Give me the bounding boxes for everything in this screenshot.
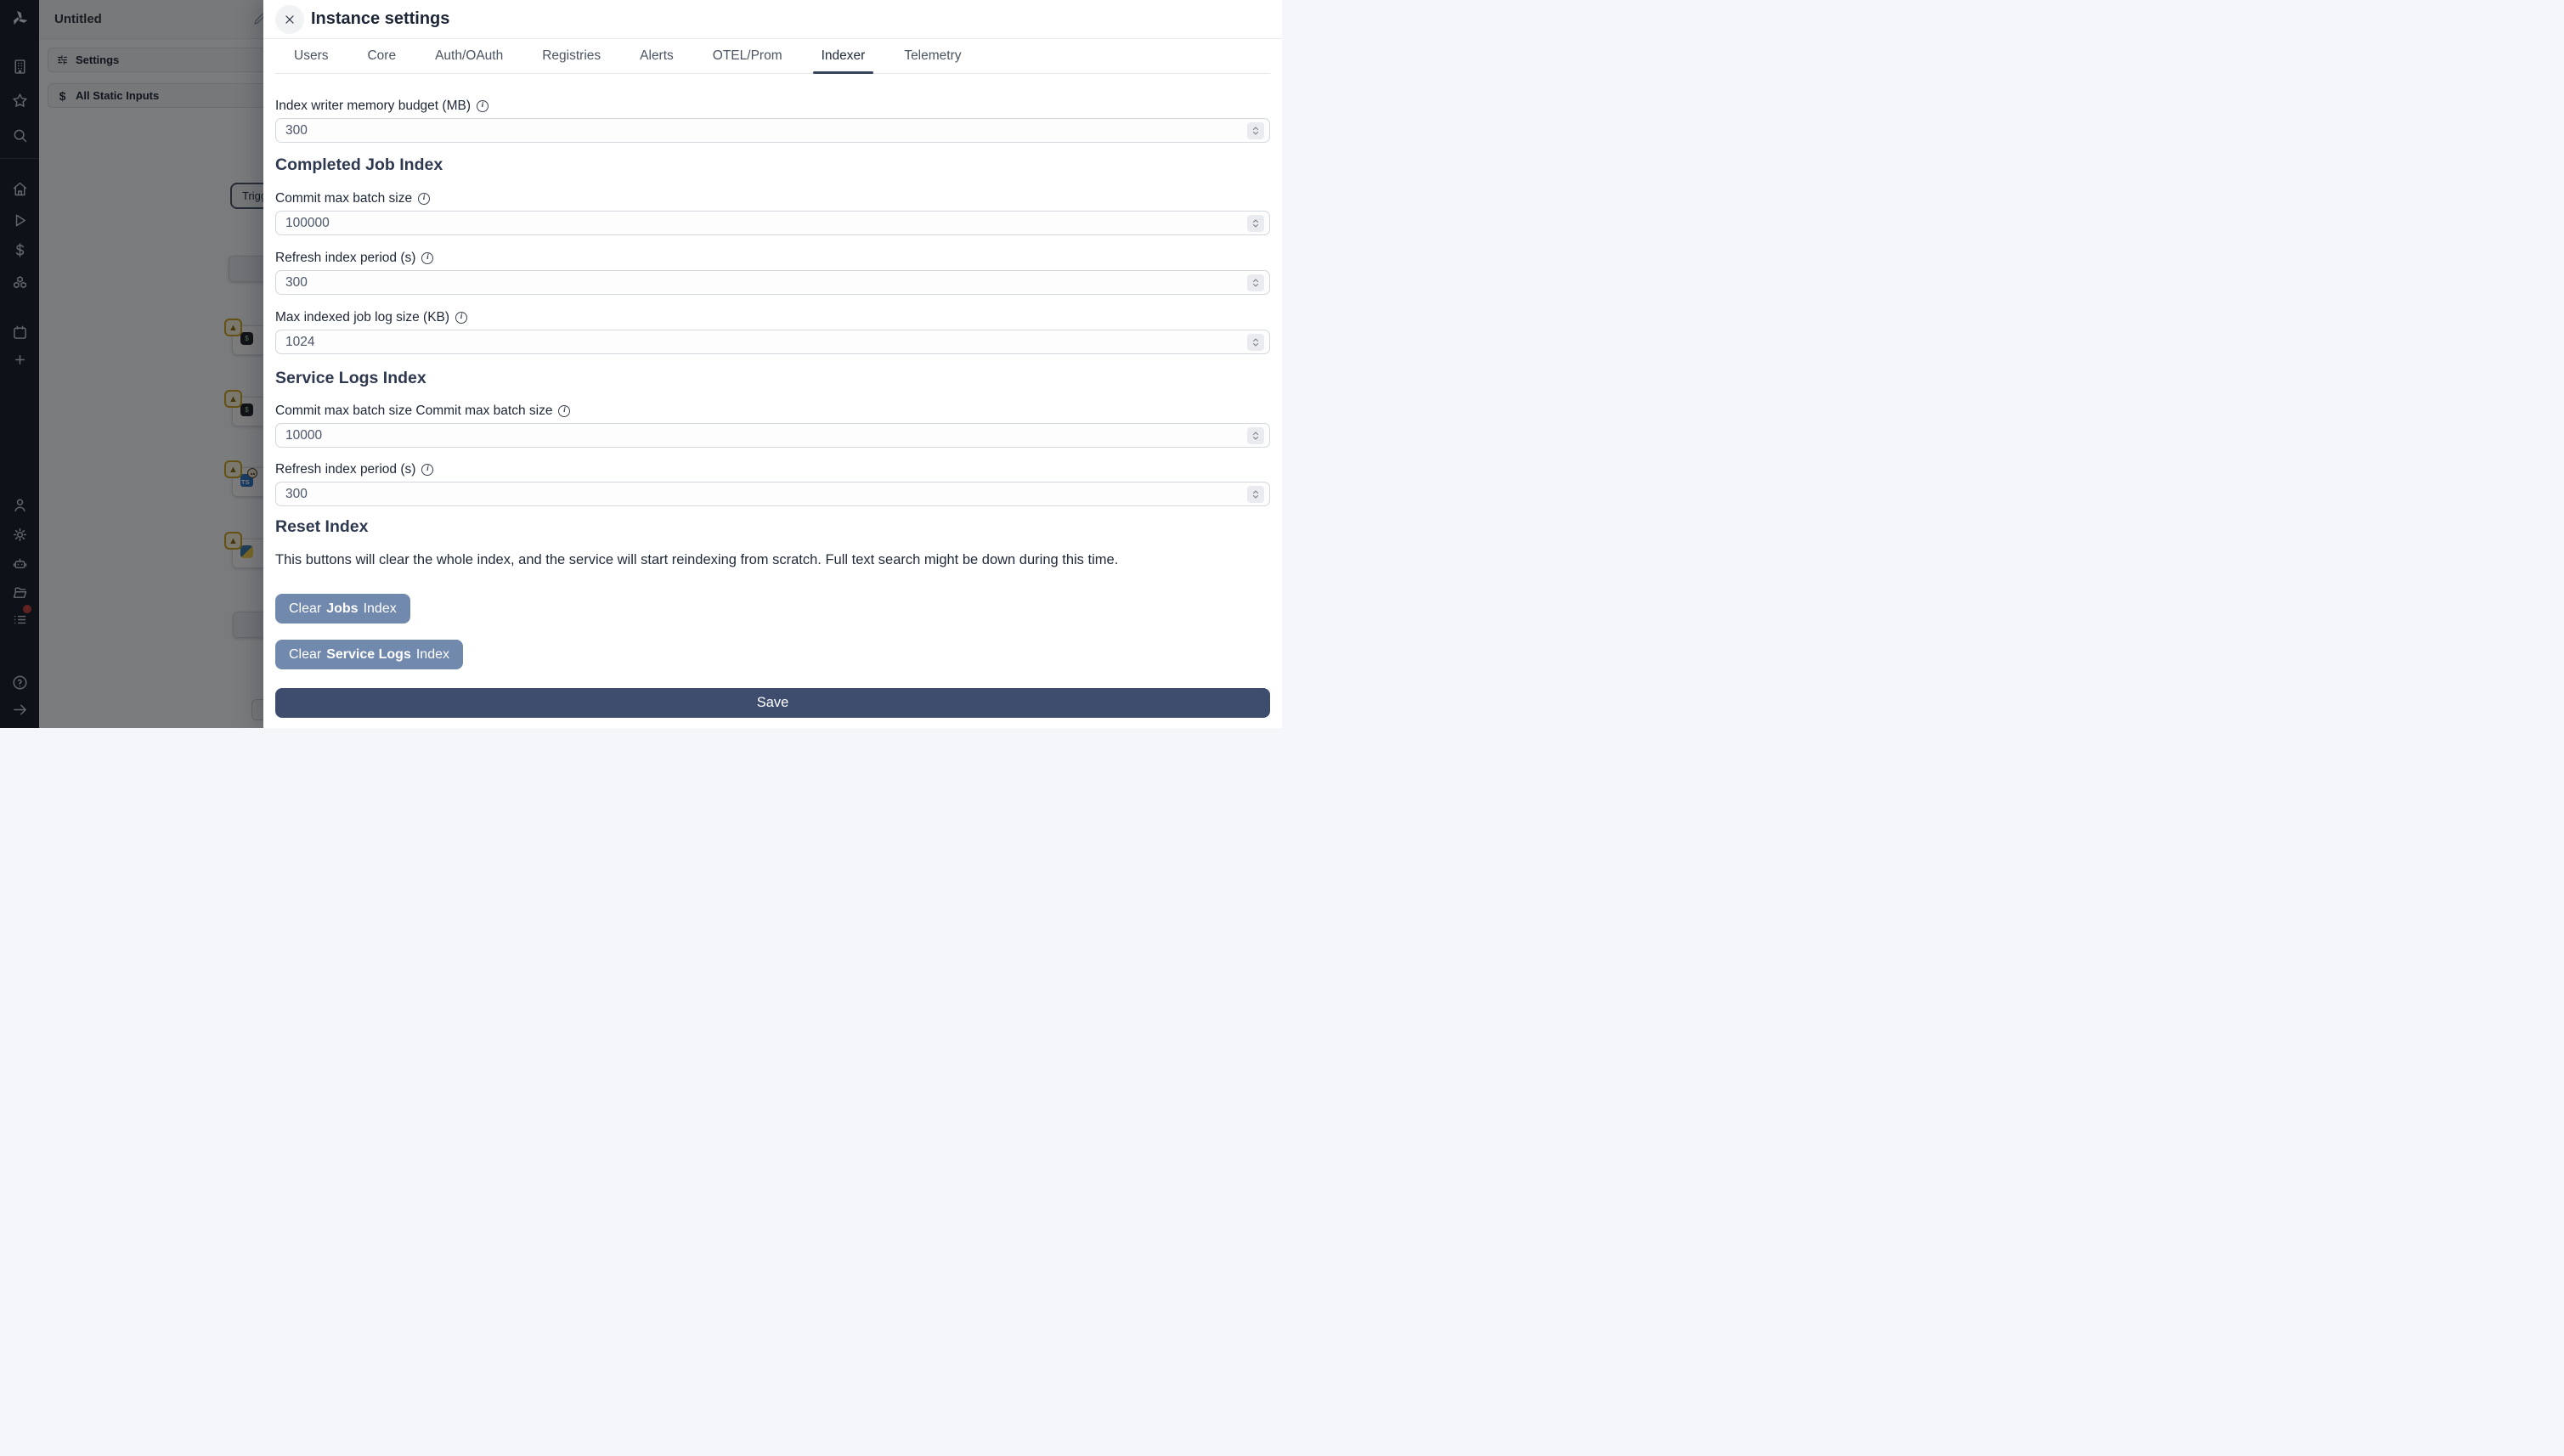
save-button[interactable]: Save (275, 688, 1270, 718)
drawer-header: Instance settings (263, 0, 1282, 39)
close-button[interactable] (275, 5, 304, 34)
tab-indexer[interactable]: Indexer (812, 39, 874, 74)
instance-settings-drawer: Instance settings Users Core Auth/OAuth … (263, 0, 1282, 728)
tab-telemetry[interactable]: Telemetry (895, 39, 969, 73)
field-label: Commit max batch size Commit max batch s… (275, 404, 553, 418)
service-refresh-index-period-input[interactable]: 300 (275, 482, 1270, 506)
field-label: Index writer memory budget (MB) (275, 99, 471, 113)
number-stepper[interactable] (1247, 334, 1264, 351)
field-index-writer-memory: Index writer memory budget (MB) i 300 (275, 98, 1270, 143)
field-service-refresh-index-period: Refresh index period (s) i 300 (275, 461, 1270, 506)
max-indexed-log-size-input[interactable]: 1024 (275, 330, 1270, 354)
tab-alerts[interactable]: Alerts (631, 39, 682, 73)
tab-users[interactable]: Users (285, 39, 336, 73)
number-stepper[interactable] (1247, 486, 1264, 503)
section-heading-reset-index: Reset Index (275, 517, 369, 536)
drawer-title: Instance settings (311, 9, 450, 28)
number-stepper[interactable] (1247, 274, 1264, 291)
field-label: Refresh index period (s) (275, 251, 416, 265)
input-value: 100000 (285, 215, 330, 230)
info-icon[interactable]: i (477, 99, 489, 112)
number-stepper[interactable] (1247, 427, 1264, 444)
field-label: Commit max batch size (275, 191, 413, 206)
info-icon[interactable]: i (421, 251, 434, 264)
field-label: Refresh index period (s) (275, 462, 416, 477)
info-icon[interactable]: i (455, 311, 468, 324)
service-commit-max-batch-input[interactable]: 10000 (275, 423, 1270, 448)
settings-tabs: Users Core Auth/OAuth Registries Alerts … (275, 39, 1270, 74)
input-value: 10000 (285, 427, 323, 443)
field-max-indexed-log-size: Max indexed job log size (KB) i 1024 (275, 309, 1270, 354)
refresh-index-period-input[interactable]: 300 (275, 270, 1270, 295)
indexer-settings-content: Index writer memory budget (MB) i 300 Co… (263, 74, 1282, 728)
clear-jobs-index-button[interactable]: Clear Jobs Index (275, 594, 410, 624)
clear-service-logs-index-button[interactable]: Clear Service Logs Index (275, 640, 463, 669)
reset-index-description: This buttons will clear the whole index,… (275, 552, 1119, 567)
input-value: 1024 (285, 334, 315, 349)
field-service-commit-max-batch: Commit max batch size Commit max batch s… (275, 403, 1270, 448)
info-icon[interactable]: i (418, 192, 431, 205)
input-value: 300 (285, 486, 308, 501)
number-stepper[interactable] (1247, 122, 1264, 139)
section-heading-service-logs-index: Service Logs Index (275, 369, 426, 387)
app-root: Untitled Settings $ All Static Inputs Tr… (0, 0, 1282, 728)
number-stepper[interactable] (1247, 215, 1264, 232)
tab-otel-prom[interactable]: OTEL/Prom (704, 39, 791, 73)
info-icon[interactable]: i (558, 404, 571, 417)
input-value: 300 (285, 274, 308, 290)
drawer-overlay[interactable] (0, 0, 263, 728)
tab-core[interactable]: Core (359, 39, 404, 73)
info-icon[interactable]: i (421, 463, 434, 476)
field-commit-max-batch: Commit max batch size i 100000 (275, 190, 1270, 235)
section-heading-completed-job-index: Completed Job Index (275, 155, 443, 174)
close-icon (285, 15, 294, 24)
commit-max-batch-input[interactable]: 100000 (275, 211, 1270, 235)
tab-registries[interactable]: Registries (534, 39, 609, 73)
field-refresh-index-period: Refresh index period (s) i 300 (275, 250, 1270, 295)
index-writer-memory-input[interactable]: 300 (275, 118, 1270, 143)
tab-auth-oauth[interactable]: Auth/OAuth (426, 39, 511, 73)
input-value: 300 (285, 122, 308, 138)
field-label: Max indexed job log size (KB) (275, 310, 450, 324)
